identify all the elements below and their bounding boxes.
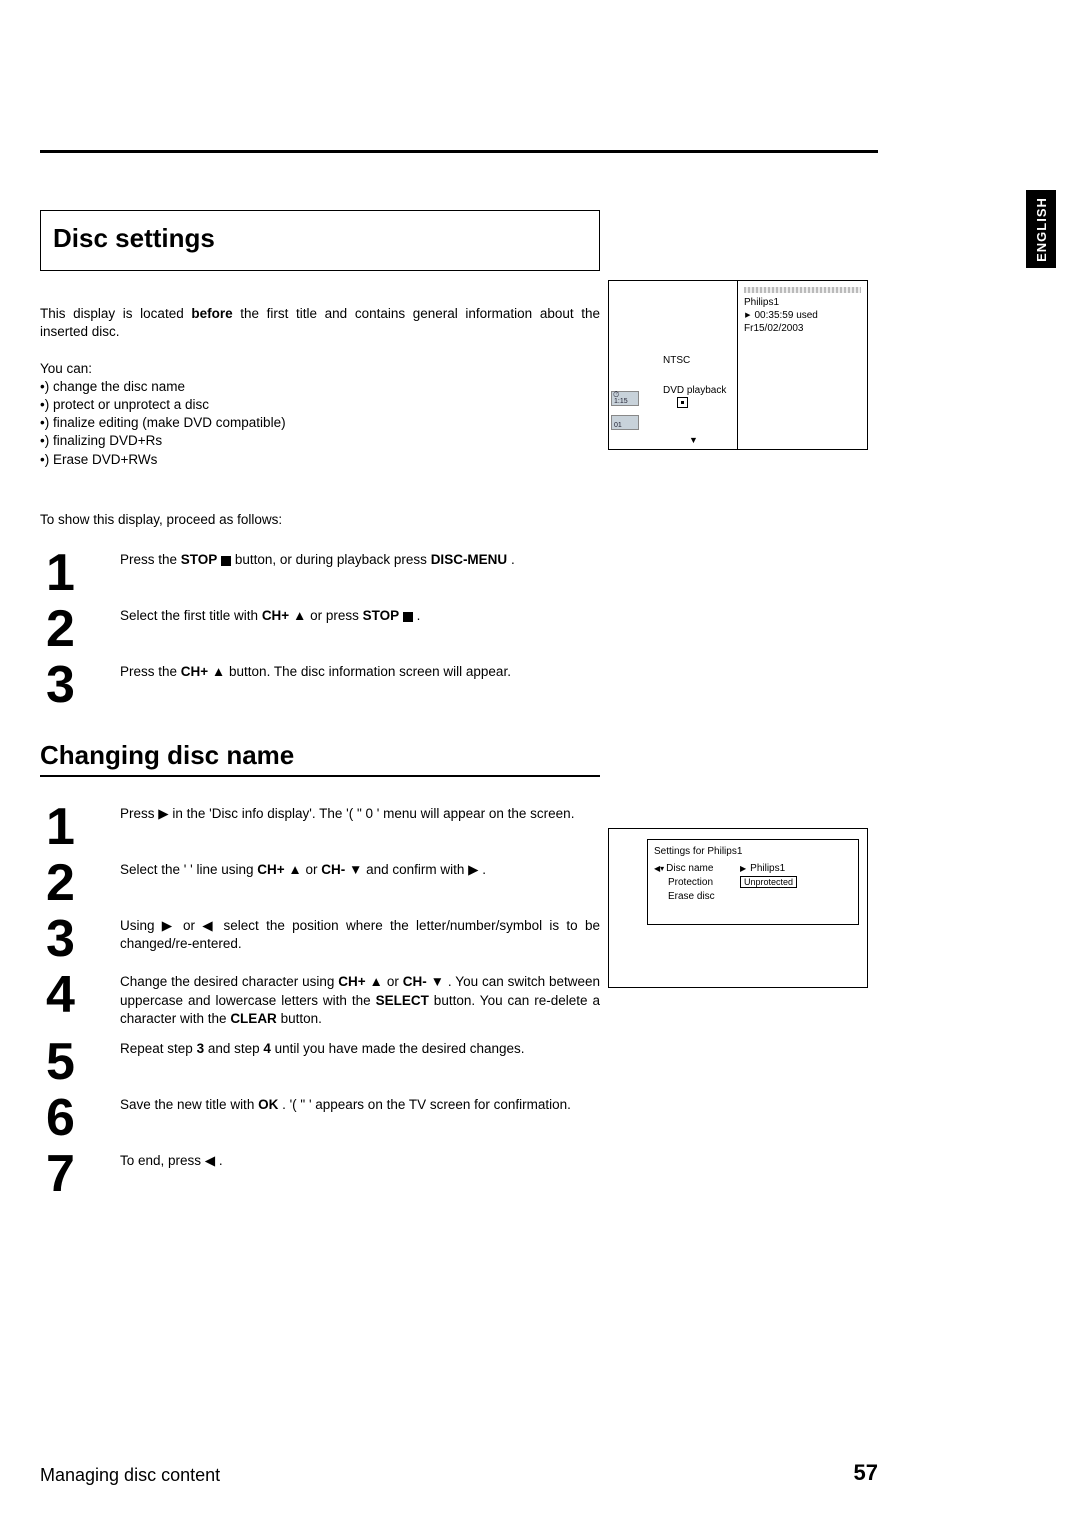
step-number: 3	[46, 917, 102, 961]
top-horizontal-rule	[40, 150, 878, 153]
step-text: Repeat step 3 and step 4 until you have …	[120, 1038, 600, 1058]
step: 2 Select the first title with CH+ ▲ or pr…	[46, 605, 600, 651]
fig2-label: Disc name	[666, 863, 713, 874]
step: 3 Using ▶ or ◀ select the position where …	[46, 915, 600, 961]
fig2-row: Erase disc	[654, 889, 852, 903]
step-number: 2	[46, 861, 102, 905]
step: 1 Press the STOP button, or during playba…	[46, 549, 600, 595]
fig2-value: Unprotected	[740, 876, 797, 888]
fig1-thumb-index: 01	[611, 415, 639, 430]
disc-info-figure: NTSC DVD playback 1:15 01 ▼ Philips1 ▶ 0…	[608, 280, 868, 450]
page-number: 57	[854, 1460, 878, 1486]
intro-paragraph: This display is located before the first…	[40, 305, 600, 341]
step-number: 4	[46, 973, 102, 1017]
settings-menu-figure: Settings for Philips1 ◀▾Disc name ▶ Philip…	[608, 828, 868, 988]
step-text: Change the desired character using CH+ ▲…	[120, 971, 600, 1028]
step-number: 2	[46, 607, 102, 651]
stop-icon	[221, 556, 231, 566]
fig2-label: Erase disc	[668, 891, 715, 902]
step: 7 To end, press ◀ .	[46, 1150, 600, 1196]
youcan-label: You can:	[40, 360, 600, 378]
fig1-thumb-time: 1:15	[611, 391, 639, 406]
step: 5 Repeat step 3 and step 4 until you have…	[46, 1038, 600, 1084]
bullet-item: •) finalize editing (make DVD compatible…	[40, 414, 600, 432]
step-number: 1	[46, 805, 102, 849]
section2-title: Changing disc name	[40, 738, 600, 777]
step: 3 Press the CH+ ▲ button. The disc inform…	[46, 661, 600, 707]
fig1-date: Fr15/02/2003	[744, 323, 861, 334]
bullet-list: You can: •) change the disc name•) prote…	[40, 360, 600, 469]
step-text: Press the STOP button, or during playbac…	[120, 549, 600, 569]
step-text: Press the CH+ ▲ button. The disc informa…	[120, 661, 600, 681]
step-number: 3	[46, 663, 102, 707]
step-number: 5	[46, 1040, 102, 1084]
fig1-used: ▶ 00:35:59 used	[744, 310, 861, 321]
fig1-usage-bar	[744, 287, 861, 293]
bullet-item: •) finalizing DVD+Rs	[40, 432, 600, 450]
section-title-box: Disc settings	[40, 210, 600, 271]
fig2-label: Protection	[668, 877, 713, 888]
step: 6 Save the new title with OK . '( " ' app…	[46, 1094, 600, 1140]
fig1-ntsc: NTSC	[663, 355, 690, 366]
footer-chapter: Managing disc content	[40, 1465, 220, 1486]
step-text: Press ▶ in the 'Disc info display'. The …	[120, 803, 600, 823]
bullet-item: •) protect or unprotect a disc	[40, 396, 600, 414]
steps-list-a: 1 Press the STOP button, or during playba…	[46, 549, 600, 708]
page-footer: Managing disc content 57	[40, 1460, 878, 1486]
step: 2 Select the ' ' line using CH+ ▲ or CH- …	[46, 859, 600, 905]
stop-icon	[403, 612, 413, 622]
fig1-dvd-playback: DVD playback	[663, 385, 726, 396]
step-text: To end, press ◀ .	[120, 1150, 600, 1170]
language-label: ENGLISH	[1034, 197, 1049, 262]
fig1-disc-name: Philips1	[744, 297, 861, 308]
step-number: 6	[46, 1096, 102, 1140]
fig2-header: Settings for Philips1	[654, 846, 852, 857]
fig1-arrow-down-icon: ▼	[689, 435, 698, 445]
fig2-row: Protection Unprotected	[654, 875, 852, 889]
arrow-right-icon: ▶	[740, 864, 746, 873]
step-text: Select the ' ' line using CH+ ▲ or CH- ▼…	[120, 859, 600, 879]
fig1-stop-icon	[677, 397, 688, 408]
step: 4 Change the desired character using CH+ …	[46, 971, 600, 1028]
step: 1 Press ▶ in the 'Disc info display'. The…	[46, 803, 600, 849]
step-text: Select the first title with CH+ ▲ or pre…	[120, 605, 600, 625]
proceed-text: To show this display, proceed as follows…	[40, 511, 600, 529]
bullet-item: •) change the disc name	[40, 378, 600, 396]
step-text: Save the new title with OK . '( " ' appe…	[120, 1094, 600, 1114]
bullet-item: •) Erase DVD+RWs	[40, 451, 600, 469]
step-number: 7	[46, 1152, 102, 1196]
section-title: Disc settings	[53, 221, 587, 256]
cursor-icon: ◀▾	[654, 864, 664, 873]
language-tab: ENGLISH	[1026, 190, 1056, 268]
step-number: 1	[46, 551, 102, 595]
step-text: Using ▶ or ◀ select the position where t…	[120, 915, 600, 953]
fig2-value: Philips1	[750, 863, 785, 874]
fig2-row: ◀▾Disc name ▶ Philips1	[654, 861, 852, 875]
steps-list-b: 1 Press ▶ in the 'Disc info display'. The…	[46, 803, 600, 1197]
